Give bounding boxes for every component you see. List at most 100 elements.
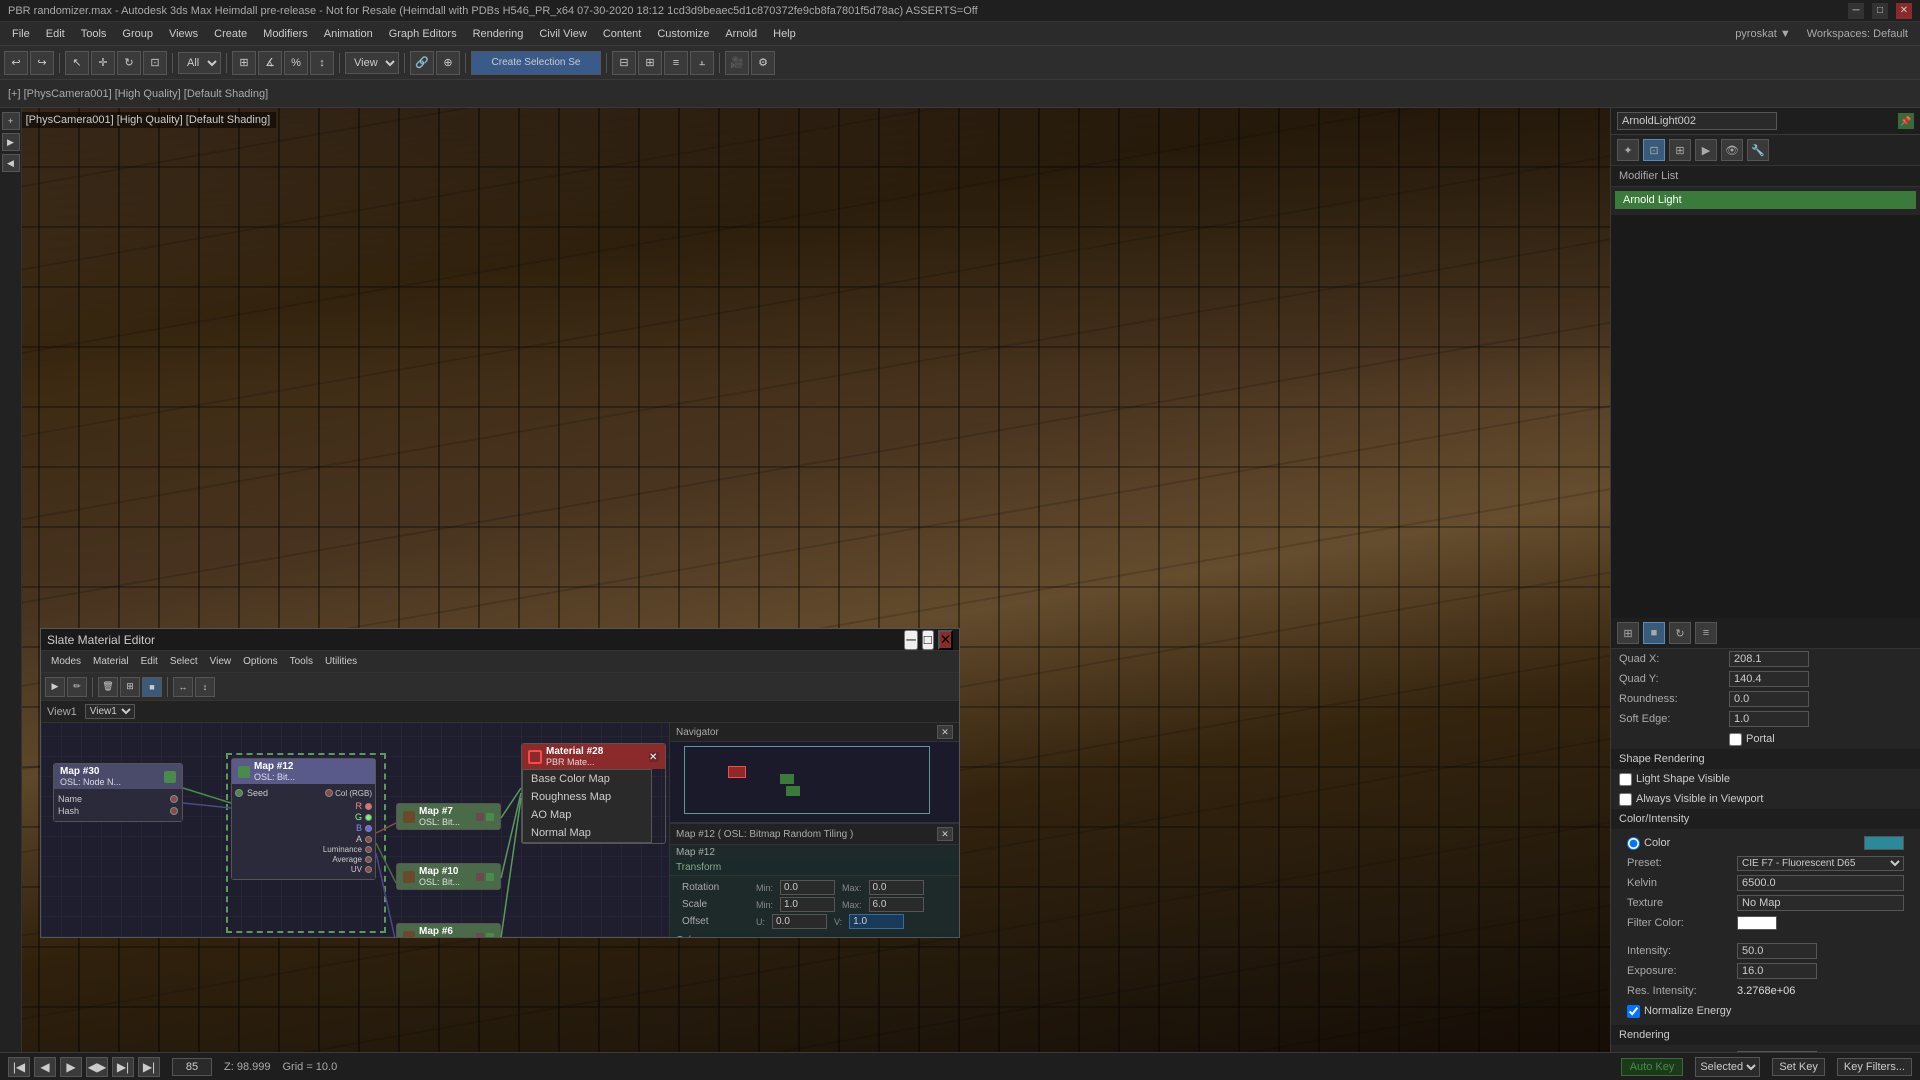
- go-start-button[interactable]: |◀: [8, 1057, 30, 1077]
- panel-hierarchy-icon[interactable]: ⊞: [1669, 139, 1691, 161]
- slate-tool-5[interactable]: ■: [142, 677, 162, 697]
- node10-controls[interactable]: [476, 873, 494, 881]
- slate-view-select[interactable]: View1: [85, 704, 135, 719]
- navigator-close[interactable]: ✕: [937, 725, 953, 739]
- quad-x-input[interactable]: [1729, 651, 1809, 667]
- panel-utilities-icon[interactable]: 🔧: [1747, 139, 1769, 161]
- slate-menu-edit[interactable]: Edit: [135, 650, 164, 674]
- shape-rendering-header[interactable]: Shape Rendering: [1611, 749, 1920, 769]
- node-map12[interactable]: Map #12 OSL: Bit... Seed C: [231, 758, 376, 880]
- menu-animation[interactable]: Animation: [316, 22, 381, 46]
- play-button[interactable]: ▶: [60, 1057, 82, 1077]
- ctx-ao[interactable]: AO Map: [523, 806, 651, 824]
- spinner-snap-button[interactable]: ↕: [310, 51, 334, 75]
- select-mode-dropdown[interactable]: All: [178, 52, 221, 74]
- slate-menu-modes[interactable]: Modes: [45, 650, 87, 674]
- kelvin-input[interactable]: [1737, 875, 1904, 891]
- menu-rendering[interactable]: Rendering: [465, 22, 532, 46]
- minimize-button[interactable]: ─: [1848, 3, 1864, 19]
- slate-tool-1[interactable]: ▶: [45, 677, 65, 697]
- slate-maximize[interactable]: □: [922, 630, 934, 650]
- menu-arnold[interactable]: Arnold: [717, 22, 765, 46]
- scale-button[interactable]: ⊡: [143, 51, 167, 75]
- port-uv-out[interactable]: [365, 866, 372, 873]
- render-button[interactable]: 🎥: [725, 51, 749, 75]
- port-hash-out[interactable]: [170, 807, 178, 815]
- menu-tools[interactable]: Tools: [73, 22, 115, 46]
- light-shape-visible-checkbox[interactable]: [1619, 773, 1632, 786]
- rotation-min-input[interactable]: [780, 880, 835, 895]
- menu-civil-view[interactable]: Civil View: [531, 22, 594, 46]
- node10-thumb[interactable]: [403, 871, 415, 883]
- scale-min-input[interactable]: [780, 897, 835, 912]
- port-a-out[interactable]: [365, 836, 372, 843]
- menu-modifiers[interactable]: Modifiers: [255, 22, 316, 46]
- node7-out-port[interactable]: [486, 813, 494, 821]
- node-map30[interactable]: Map #30 OSL: Node N... Name Hash: [53, 763, 183, 822]
- port-r-out[interactable]: [365, 803, 372, 810]
- panel-display-icon[interactable]: 👁: [1721, 139, 1743, 161]
- port-avg-out[interactable]: [365, 856, 372, 863]
- preset-select[interactable]: CIE F7 - Fluorescent D65: [1737, 856, 1904, 871]
- rotate-button[interactable]: ↻: [117, 51, 141, 75]
- port-name-out[interactable]: [170, 795, 178, 803]
- angle-snap-button[interactable]: ∡: [258, 51, 282, 75]
- left-tool-2[interactable]: ▶: [2, 133, 20, 151]
- offset-v-input[interactable]: [849, 914, 904, 929]
- slate-tool-7[interactable]: ↕: [195, 677, 215, 697]
- prop-tab-1[interactable]: ⊞: [1617, 622, 1639, 644]
- ctx-base-color[interactable]: Base Color Map: [523, 770, 651, 788]
- node-map7[interactable]: Map #7 OSL: Bit...: [396, 803, 501, 830]
- slate-menu-select[interactable]: Select: [164, 650, 204, 674]
- menu-customize[interactable]: Customize: [649, 22, 717, 46]
- bind-button[interactable]: ⊕: [436, 51, 460, 75]
- slate-tool-2[interactable]: ✏: [67, 677, 87, 697]
- set-key-button[interactable]: Set Key: [1772, 1058, 1825, 1076]
- panel-modify-icon[interactable]: ⊡: [1643, 139, 1665, 161]
- redo-button[interactable]: ↪: [30, 51, 54, 75]
- window-controls[interactable]: ─ □ ✕: [1848, 3, 1912, 19]
- slate-win-controls[interactable]: ─ □ ✕: [904, 630, 953, 650]
- key-filters-button[interactable]: Key Filters...: [1837, 1058, 1912, 1076]
- object-name-input[interactable]: [1617, 112, 1777, 130]
- node6-out[interactable]: [486, 933, 494, 938]
- port-lum-out[interactable]: [365, 846, 372, 853]
- portal-checkbox[interactable]: [1729, 733, 1742, 746]
- texture-input[interactable]: [1737, 895, 1904, 911]
- node30-icon[interactable]: [164, 771, 176, 783]
- node6-controls[interactable]: [476, 933, 494, 938]
- current-frame-input[interactable]: [172, 1058, 212, 1076]
- menu-help[interactable]: Help: [765, 22, 804, 46]
- go-end-button[interactable]: ▶|: [138, 1057, 160, 1077]
- always-visible-checkbox[interactable]: [1619, 793, 1632, 806]
- select-button[interactable]: ↖: [65, 51, 89, 75]
- align-button[interactable]: ≡: [664, 51, 688, 75]
- left-tool-1[interactable]: +: [2, 112, 20, 130]
- node10-out[interactable]: [486, 873, 494, 881]
- prop-tab-3[interactable]: ↻: [1669, 622, 1691, 644]
- node6-in[interactable]: [476, 933, 484, 938]
- color-intensity-header[interactable]: Color/Intensity: [1611, 809, 1920, 829]
- node12-thumb[interactable]: [238, 766, 250, 778]
- node-map6[interactable]: Map #6 OSL: Bit...: [396, 923, 501, 937]
- panel-create-icon[interactable]: ✦: [1617, 139, 1639, 161]
- prop-tab-4[interactable]: ≡: [1695, 622, 1717, 644]
- menu-group[interactable]: Group: [114, 22, 161, 46]
- viewport[interactable]: [+] [PhysCamera001] [High Quality] [Defa…: [0, 108, 1610, 1052]
- slate-close[interactable]: ✕: [938, 630, 953, 650]
- render-settings-button[interactable]: ⚙: [751, 51, 775, 75]
- slate-tool-6[interactable]: ↔: [173, 677, 193, 697]
- undo-button[interactable]: ↩: [4, 51, 28, 75]
- node-map10[interactable]: Map #10 OSL: Bit...: [396, 863, 501, 890]
- filter-color-swatch[interactable]: [1737, 916, 1777, 930]
- navigator-view[interactable]: [670, 742, 959, 822]
- quad-y-input[interactable]: [1729, 671, 1809, 687]
- map-detail-close[interactable]: ✕: [937, 827, 953, 841]
- port-g-out[interactable]: [365, 814, 372, 821]
- slate-graph[interactable]: Map #30 OSL: Node N... Name Hash: [41, 723, 669, 937]
- scale-max-input[interactable]: [869, 897, 924, 912]
- port-b-out[interactable]: [365, 825, 372, 832]
- pin-button[interactable]: 📌: [1898, 113, 1914, 129]
- slate-menu-tools[interactable]: Tools: [284, 650, 319, 674]
- percent-snap-button[interactable]: %: [284, 51, 308, 75]
